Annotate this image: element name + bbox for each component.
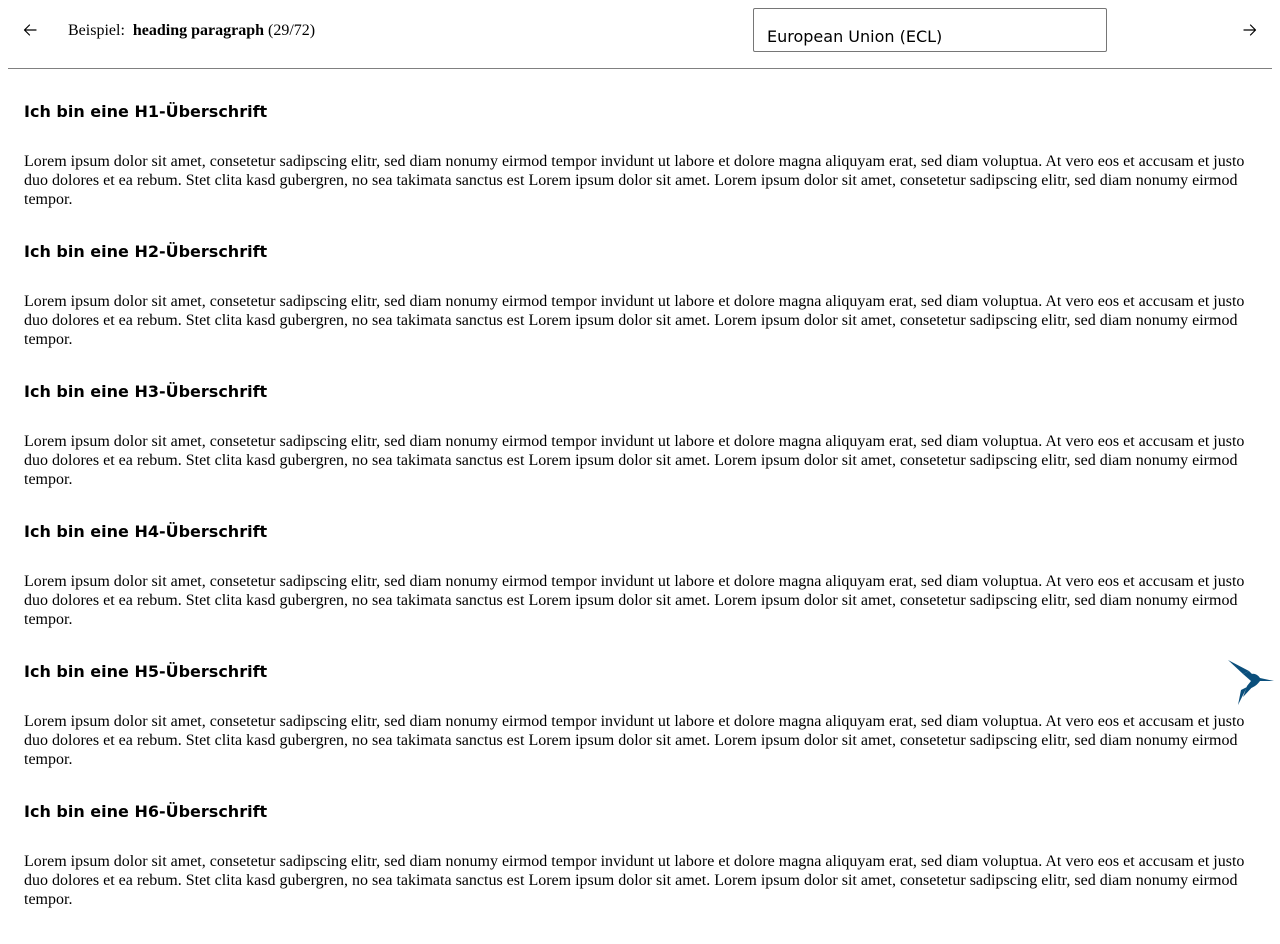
content-section-h1: Ich bin eine H1-Überschrift Lorem ipsum … [24,102,1250,209]
heading-h6: Ich bin eine H6-Überschrift [24,802,268,821]
content-section-h6: Ich bin eine H6-Überschrift Lorem ipsum … [24,802,1250,909]
arrow-right-icon [1243,24,1257,36]
previous-example-button[interactable] [18,18,42,42]
example-counter: (29/72) [268,22,316,39]
paragraph: Lorem ipsum dolor sit amet, consetetur s… [24,853,1245,908]
next-example-button[interactable] [1238,18,1262,42]
example-breadcrumb: Beispiel: heading paragraph (29/72) [68,21,315,41]
paragraph: Lorem ipsum dolor sit amet, consetetur s… [24,713,1245,768]
content-section-h2: Ich bin eine H2-Überschrift Lorem ipsum … [24,242,1250,349]
heading-h3: Ich bin eine H3-Überschrift [24,382,268,401]
heading-h5: Ich bin eine H5-Überschrift [24,662,268,681]
paragraph: Lorem ipsum dolor sit amet, consetetur s… [24,153,1245,208]
example-content: Ich bin eine H1-Überschrift Lorem ipsum … [24,69,1250,909]
heading-h1: Ich bin eine H1-Überschrift [24,102,268,121]
content-section-h3: Ich bin eine H3-Überschrift Lorem ipsum … [24,382,1250,489]
theme-select[interactable]: European Union (ECL) [753,8,1107,52]
heading-h2: Ich bin eine H2-Überschrift [24,242,268,261]
paragraph: Lorem ipsum dolor sit amet, consetetur s… [24,293,1245,348]
example-prefix: Beispiel: [68,22,125,39]
theme-select-value: European Union (ECL) [767,27,943,46]
example-name: heading paragraph [132,22,265,39]
heading-h4: Ich bin eine H4-Überschrift [24,522,268,541]
example-toolbar: Beispiel: heading paragraph (29/72) Europ… [0,0,1280,60]
arrow-left-icon [23,24,37,36]
hummingbird-icon [1228,660,1274,705]
paragraph: Lorem ipsum dolor sit amet, consetetur s… [24,433,1245,488]
content-section-h4: Ich bin eine H4-Überschrift Lorem ipsum … [24,522,1250,629]
paragraph: Lorem ipsum dolor sit amet, consetetur s… [24,573,1245,628]
content-section-h5: Ich bin eine H5-Überschrift Lorem ipsum … [24,662,1250,769]
